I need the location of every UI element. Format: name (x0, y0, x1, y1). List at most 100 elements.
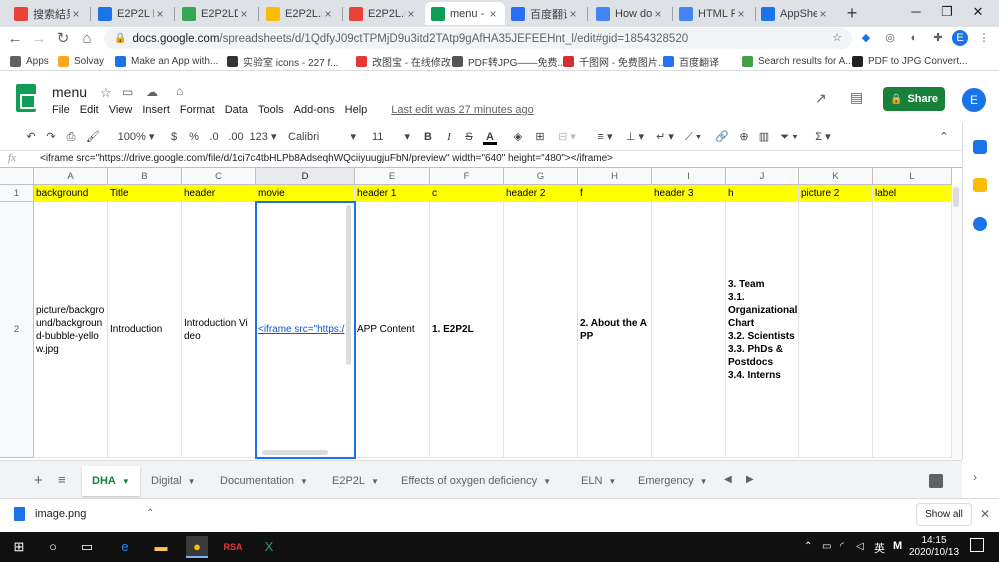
percent-format-button[interactable]: % (188, 130, 200, 145)
strikethrough-button[interactable]: S (463, 130, 475, 145)
extensions-puzzle-icon[interactable]: ✚ (930, 30, 946, 46)
ime-mode-icon[interactable]: M (893, 540, 902, 552)
task-view-icon[interactable]: ▭ (76, 536, 98, 558)
header-cell[interactable]: header 3 (652, 185, 726, 202)
data-cell[interactable] (652, 202, 726, 458)
bookmark-item[interactable]: Make an App with... (115, 54, 218, 68)
paint-format-icon[interactable]: 🖌 (86, 130, 100, 145)
sheet-tab[interactable]: Emergency ▼ (628, 466, 718, 496)
data-cell[interactable]: Introduction (108, 202, 182, 458)
close-window-icon[interactable]: ✕ (968, 4, 988, 20)
add-sheet-icon[interactable]: + (34, 472, 43, 489)
expand-panel-icon[interactable]: › (973, 470, 977, 484)
text-color-button[interactable]: A (483, 130, 497, 145)
extension-icon[interactable]: ◐ (906, 30, 922, 46)
header-cell[interactable]: f (578, 185, 652, 202)
data-cell[interactable]: 2. About the APP (578, 202, 652, 458)
filter-icon[interactable]: ⏷ ▾ (777, 130, 801, 145)
menu-add-ons[interactable]: Add-ons (294, 104, 335, 116)
bookmark-item[interactable]: 百度翻译 (663, 54, 719, 69)
column-header-j[interactable]: J (726, 168, 799, 185)
vertical-scroll-thumb[interactable] (953, 187, 959, 207)
column-header-f[interactable]: F (430, 168, 504, 185)
font-size-select[interactable]: 11 ▾ (372, 130, 412, 145)
menu-insert[interactable]: Insert (142, 104, 170, 116)
browser-tab[interactable]: 百度翻译× (505, 2, 585, 25)
menu-data[interactable]: Data (225, 104, 248, 116)
browser-tab[interactable]: HTML Po× (673, 2, 753, 25)
cell-hscroll-thumb[interactable] (262, 450, 328, 455)
bookmark-star-icon[interactable]: ☆ (829, 30, 845, 46)
increase-decimal-button[interactable]: .00 (226, 130, 246, 145)
merge-cells-icon[interactable]: ⊟ ▾ (555, 130, 579, 145)
reload-icon[interactable]: ↻ (54, 30, 72, 48)
data-cell[interactable]: picture/background/background-bubble-yel… (34, 202, 108, 458)
browser-tab[interactable]: E2P2L.mp× (260, 2, 340, 25)
bookmark-item[interactable]: 千图网 - 免费图片... (563, 54, 666, 69)
excel-icon[interactable]: X (258, 536, 280, 558)
data-cell[interactable]: Introduction Video (182, 202, 256, 458)
menu-tools[interactable]: Tools (258, 104, 284, 116)
browser-tab[interactable]: E2P2L Di× (92, 2, 172, 25)
browser-tab[interactable]: AppShee× (755, 2, 835, 25)
vertical-align-icon[interactable]: ⊥ ▾ (623, 130, 647, 145)
close-tab-icon[interactable]: × (322, 7, 334, 21)
close-tab-icon[interactable]: × (817, 7, 829, 21)
download-item[interactable]: image.png (14, 507, 86, 521)
all-sheets-icon[interactable]: ≡ (58, 472, 66, 487)
header-cell[interactable]: label (873, 185, 952, 202)
select-all-corner[interactable] (0, 168, 34, 185)
browser-tab[interactable]: E2P2LDig× (176, 2, 256, 25)
close-tab-icon[interactable]: × (652, 7, 664, 21)
extension-icon[interactable]: ◆ (858, 30, 874, 46)
undo-icon[interactable]: ↶ (24, 130, 38, 145)
formula-input[interactable]: <iframe src="https://drive.google.com/fi… (40, 153, 613, 164)
insert-comment-icon[interactable]: ⊕ (737, 130, 751, 145)
column-header-i[interactable]: I (652, 168, 726, 185)
user-avatar[interactable]: E (962, 88, 986, 112)
drive-folder-icon[interactable]: ⌂ (176, 84, 183, 98)
file-explorer-icon[interactable]: ▬ (150, 536, 172, 558)
bookmark-item[interactable]: Apps (10, 54, 49, 68)
zoom-select[interactable]: 100% ▾ (116, 130, 156, 145)
header-cell[interactable]: background (34, 185, 108, 202)
column-header-c[interactable]: C (182, 168, 256, 185)
document-title[interactable]: menu (52, 84, 87, 100)
horizontal-align-icon[interactable]: ≡ ▾ (593, 130, 617, 145)
forward-icon[interactable]: → (30, 30, 48, 48)
show-all-button[interactable]: Show all (916, 503, 972, 526)
home-icon[interactable]: ⌂ (78, 30, 96, 48)
column-header-g[interactable]: G (504, 168, 578, 185)
menu-help[interactable]: Help (345, 104, 368, 116)
column-header-d[interactable]: D (256, 168, 355, 185)
sheet-tab[interactable]: E2P2L ▼ (322, 466, 389, 496)
close-tab-icon[interactable]: × (238, 7, 250, 21)
volume-icon[interactable]: ◁ (856, 541, 864, 552)
notifications-icon[interactable] (970, 538, 984, 552)
font-family-select[interactable]: Calibri ▾ (288, 130, 358, 145)
fill-color-icon[interactable]: ◈ (511, 130, 525, 145)
close-tab-icon[interactable]: × (154, 7, 166, 21)
data-cell[interactable]: 1. E2P2L (430, 202, 504, 458)
currency-format-button[interactable]: $ (168, 130, 180, 145)
bookmark-item[interactable]: 实验室 icons - 227 f... (227, 54, 339, 69)
bookmark-item[interactable]: Search results for A... (742, 54, 854, 68)
header-cell[interactable]: movie (256, 185, 355, 202)
chrome-menu-icon[interactable]: ⋮ (976, 30, 992, 46)
header-cell[interactable]: picture 2 (799, 185, 873, 202)
edge-icon[interactable]: e (114, 536, 136, 558)
tasks-icon[interactable] (973, 217, 987, 231)
column-header-b[interactable]: B (108, 168, 182, 185)
chrome-icon[interactable]: ● (186, 536, 208, 558)
explore-icon[interactable] (929, 474, 943, 488)
sheet-tab[interactable]: DHA ▼ (82, 466, 140, 496)
header-cell[interactable]: header 1 (355, 185, 430, 202)
sheet-tab[interactable]: Effects of oxygen deficiency ▼ (391, 466, 561, 496)
profile-avatar[interactable]: E (952, 30, 968, 46)
data-cell[interactable]: APP Content (355, 202, 430, 458)
new-tab-button[interactable]: + (842, 4, 862, 24)
close-tab-icon[interactable]: × (487, 7, 499, 21)
column-header-e[interactable]: E (355, 168, 430, 185)
close-downloads-icon[interactable]: ✕ (980, 507, 990, 521)
share-button[interactable]: 🔒 Share (883, 87, 945, 111)
